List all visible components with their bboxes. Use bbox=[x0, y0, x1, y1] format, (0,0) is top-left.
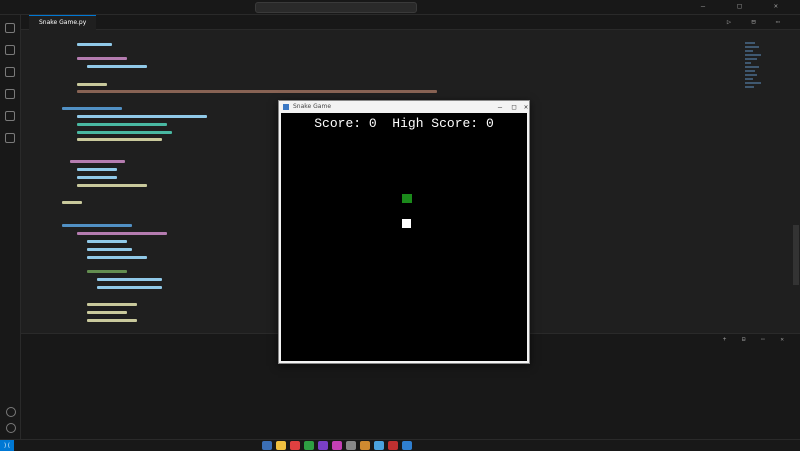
game-window-title: Snake Game bbox=[293, 103, 332, 110]
editor-tab-bar: Snake Game.py ▷ ⊟ ⋯ bbox=[21, 15, 800, 30]
editor-scrollbar[interactable] bbox=[793, 225, 799, 285]
vscode-titlebar: — □ ✕ bbox=[0, 0, 800, 15]
app-icon[interactable] bbox=[374, 441, 384, 450]
status-bar: ⟩⟨ bbox=[0, 439, 800, 451]
score-label: Score: bbox=[314, 116, 362, 131]
score-display: Score: 0 High Score: 0 bbox=[281, 116, 527, 131]
minimap[interactable] bbox=[745, 40, 765, 190]
app-icon[interactable] bbox=[346, 441, 356, 450]
close-button[interactable]: ✕ bbox=[519, 102, 533, 112]
minimize-button[interactable]: — bbox=[493, 102, 507, 112]
snake-game-window: Snake Game — □ ✕ Score: 0 High Score: 0 bbox=[278, 100, 530, 364]
window-controls[interactable]: — □ ✕ bbox=[701, 2, 792, 10]
score-value: 0 bbox=[368, 116, 377, 131]
activity-bar bbox=[0, 15, 21, 439]
file-explorer-icon[interactable] bbox=[276, 441, 286, 450]
command-center-search[interactable] bbox=[255, 2, 417, 13]
high-score-label: High Score: bbox=[392, 116, 479, 131]
vscode-icon[interactable] bbox=[402, 441, 412, 450]
high-score-value: 0 bbox=[485, 116, 494, 131]
app-icon[interactable] bbox=[360, 441, 370, 450]
app-icon[interactable] bbox=[388, 441, 398, 450]
food bbox=[402, 194, 412, 203]
panel-actions[interactable]: + ⊟ ⋯ ✕ bbox=[723, 336, 790, 343]
game-canvas[interactable]: Score: 0 High Score: 0 bbox=[281, 113, 527, 361]
start-icon[interactable] bbox=[262, 441, 272, 450]
settings-gear-icon[interactable] bbox=[6, 423, 16, 433]
run-debug-icon[interactable] bbox=[5, 89, 15, 99]
explorer-icon[interactable] bbox=[5, 23, 15, 33]
search-icon[interactable] bbox=[5, 45, 15, 55]
taskbar-apps bbox=[262, 441, 412, 450]
app-icon[interactable] bbox=[332, 441, 342, 450]
source-control-icon[interactable] bbox=[5, 67, 15, 77]
python-feather-icon bbox=[283, 104, 289, 110]
account-icon[interactable] bbox=[6, 407, 16, 417]
app-icon[interactable] bbox=[290, 441, 300, 450]
game-window-titlebar[interactable]: Snake Game — □ ✕ bbox=[279, 101, 529, 113]
remote-indicator-icon[interactable]: ⟩⟨ bbox=[0, 440, 14, 451]
snake-head bbox=[402, 219, 411, 228]
tab-snake-game[interactable]: Snake Game.py bbox=[29, 15, 97, 30]
testing-icon[interactable] bbox=[5, 133, 15, 143]
extensions-icon[interactable] bbox=[5, 111, 15, 121]
app-icon[interactable] bbox=[318, 441, 328, 450]
editor-actions[interactable]: ▷ ⊟ ⋯ bbox=[727, 18, 788, 26]
app-icon[interactable] bbox=[304, 441, 314, 450]
